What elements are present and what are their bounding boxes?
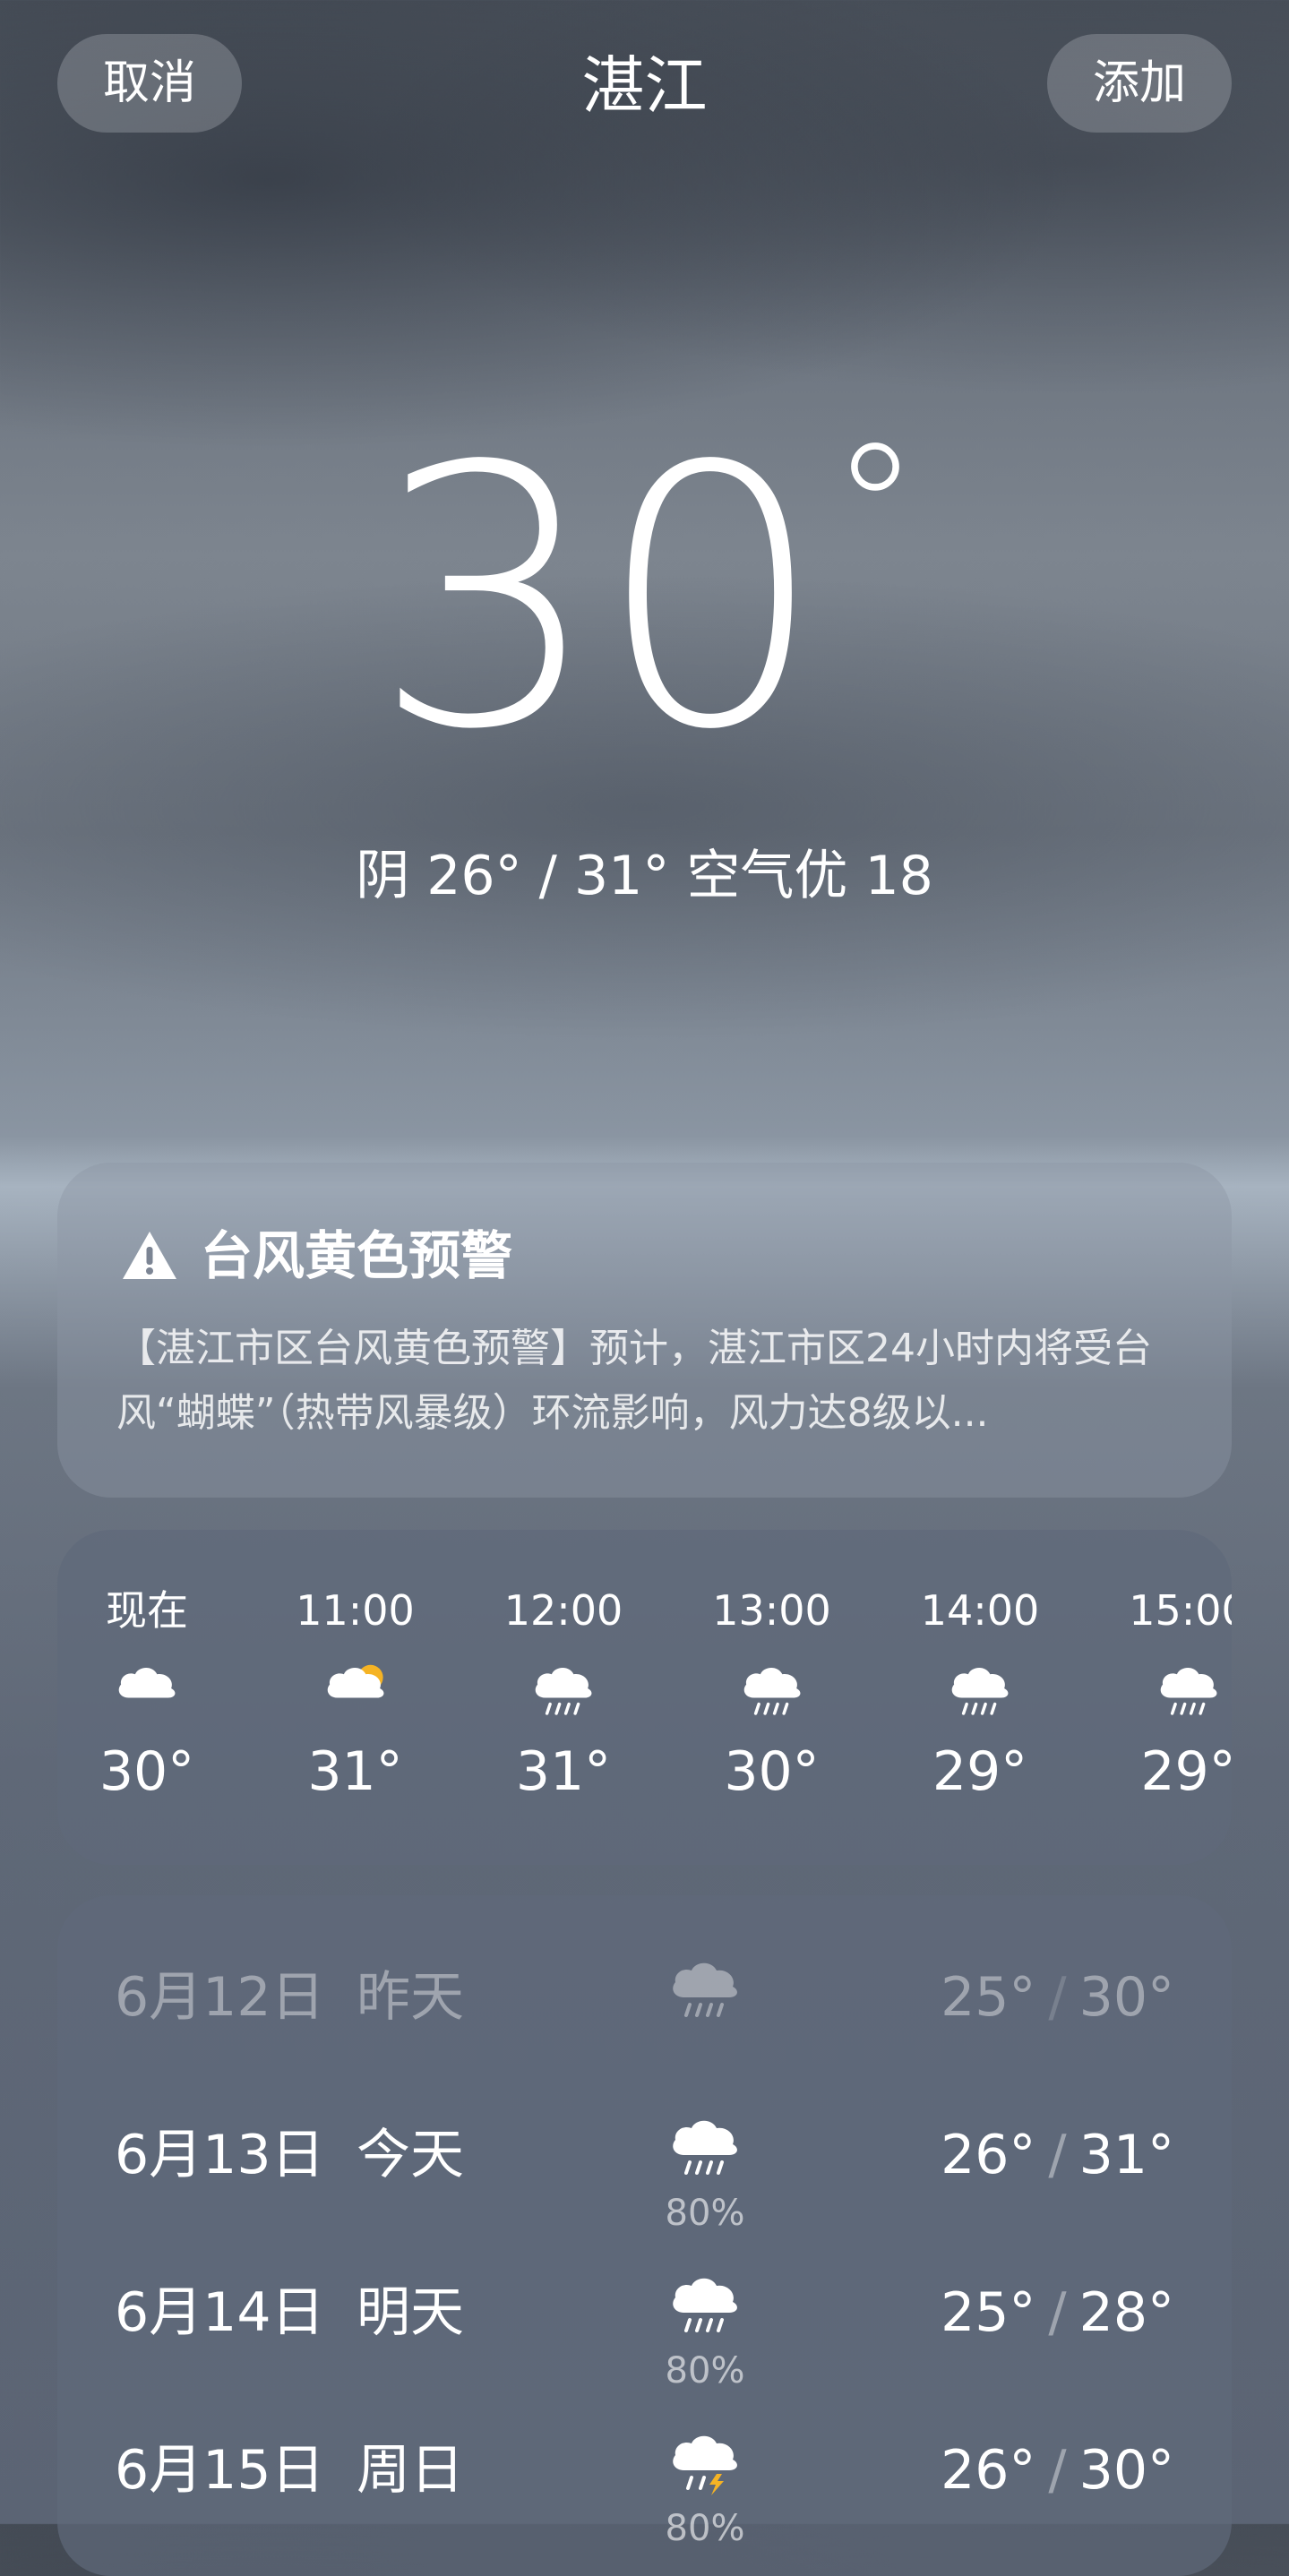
- weather-summary: 阴 26° / 31° 空气优 18: [356, 845, 933, 907]
- rain-icon: [535, 1668, 592, 1715]
- day-weekday: 明天: [357, 2281, 464, 2344]
- degree-symbol: °: [829, 406, 920, 614]
- temperature-value: 30: [373, 391, 825, 808]
- alert-title: 台风黄色预警: [201, 1225, 513, 1286]
- day-date: 6月14日: [115, 2281, 325, 2344]
- day-icon-wrap: [665, 2266, 745, 2338]
- temp-low: 26°: [941, 2124, 1036, 2186]
- hour-time: 12:00: [503, 1586, 623, 1635]
- range-separator: /: [1048, 2281, 1067, 2344]
- hour-icon-wrap: [107, 1657, 187, 1720]
- rain-icon: [673, 2278, 737, 2332]
- day-date: 6月12日: [115, 1966, 325, 2029]
- hour-temp: 31°: [307, 1740, 403, 1803]
- hour-icon-wrap: [1148, 1657, 1229, 1720]
- temp-high: 30°: [1078, 1966, 1174, 2029]
- daily-row[interactable]: 6月14日 明天 80% 25°/28°: [57, 2250, 1232, 2391]
- daily-row[interactable]: 6月13日 今天 80% 26°/31°: [57, 2092, 1232, 2234]
- hourly-forecast[interactable]: 现在 30° 11:00 31° 12:00 31° 13:00 30° 14:00 29° 15:…: [57, 1530, 1232, 1865]
- partly-cloudy-icon: [327, 1664, 383, 1698]
- hour-icon-wrap: [940, 1657, 1020, 1720]
- hour-time: 15:00: [1129, 1586, 1232, 1635]
- temp-high: 30°: [1078, 2439, 1174, 2502]
- range-separator: /: [1048, 2124, 1067, 2186]
- temp-high: 28°: [1078, 2281, 1174, 2344]
- hour-time: 13:00: [712, 1586, 831, 1635]
- hour-icon-wrap: [523, 1657, 604, 1720]
- daily-row[interactable]: 6月12日 昨天 25°/30°: [57, 1935, 1232, 2069]
- temp-range: 26°/30°: [941, 2434, 1174, 2506]
- rain-icon: [673, 2120, 737, 2175]
- add-button[interactable]: 添加: [1047, 34, 1232, 133]
- alert-description: 【湛江市区台风黄色预警】预计，湛江市区24小时内将受台风“蝴蝶”（热带风暴级）环…: [116, 1326, 1152, 1436]
- rain-icon: [743, 1668, 800, 1715]
- day-date: 6月13日: [115, 2124, 325, 2186]
- day-icon-wrap: [665, 1951, 745, 2022]
- day-icon-wrap: [665, 2108, 745, 2180]
- hour-icon-wrap: [732, 1657, 812, 1720]
- temp-low: 25°: [941, 2281, 1036, 2344]
- temp-range: 25°/28°: [941, 2277, 1174, 2348]
- precip-chance: 80%: [665, 2193, 745, 2234]
- hour-time: 14:00: [920, 1586, 1040, 1635]
- temp-range: 25°/30°: [941, 1962, 1174, 2033]
- temp-high: 31°: [1078, 2124, 1174, 2186]
- range-separator: /: [1048, 2439, 1067, 2502]
- hour-temp: 29°: [1140, 1740, 1232, 1803]
- precip-chance: 80%: [665, 2508, 745, 2549]
- daily-forecast[interactable]: 6月12日 昨天 25°/30° 6月13日 今天 80% 26°/31° 6月14日 明天 80…: [57, 1895, 1232, 2576]
- hour-time: 11:00: [296, 1586, 415, 1635]
- day-weekday: 昨天: [357, 1966, 464, 2029]
- current-temperature: 30°: [0, 421, 1289, 779]
- rain-icon: [673, 1962, 737, 2017]
- typhoon-alert-card[interactable]: 台风黄色预警 【湛江市区台风黄色预警】预计，湛江市区24小时内将受台风“蝴蝶”（…: [57, 1163, 1232, 1498]
- rain-icon: [1160, 1668, 1216, 1715]
- range-separator: /: [1048, 1966, 1067, 2029]
- day-date: 6月15日: [115, 2439, 325, 2502]
- hour-temp: 30°: [99, 1740, 195, 1803]
- warning-icon: [123, 1232, 176, 1279]
- hour-temp: 30°: [724, 1740, 820, 1803]
- rain-icon: [951, 1668, 1009, 1715]
- hour-icon-wrap: [315, 1657, 396, 1720]
- hour-time: 现在: [106, 1586, 188, 1635]
- cloud-icon: [118, 1668, 176, 1698]
- temp-low: 25°: [941, 1966, 1036, 2029]
- alert-title-row: 台风黄色预警: [120, 1222, 512, 1290]
- hour-temp: 31°: [515, 1740, 612, 1803]
- temp-range: 26°/31°: [941, 2119, 1174, 2191]
- precip-chance: 80%: [665, 2350, 745, 2391]
- hour-temp: 29°: [932, 1740, 1028, 1803]
- day-weekday: 周日: [357, 2439, 464, 2502]
- day-weekday: 今天: [357, 2124, 464, 2186]
- thunderstorm-icon: [673, 2435, 737, 2495]
- daily-row[interactable]: 6月15日 周日 80% 26°/30°: [57, 2408, 1232, 2549]
- day-icon-wrap: [665, 2424, 745, 2495]
- temp-low: 26°: [941, 2439, 1036, 2502]
